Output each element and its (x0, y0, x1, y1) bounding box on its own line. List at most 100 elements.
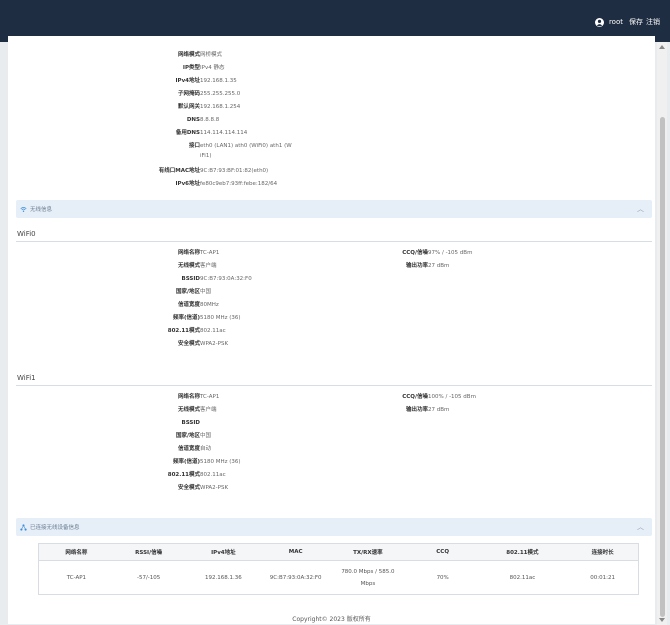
wifi1-title: WiFi1 (17, 374, 36, 382)
table-cell: 00:01:21 (590, 574, 615, 581)
main-content: 网络模式 网桥模式 IP类型 IPv4 静态 IPv4地址 192.168.1.… (8, 36, 655, 624)
kv-label: 安全模式 (177, 485, 200, 491)
connected-devices-table: 网络名称 RSSI/信噪 IPv4地址 MAC TX/RX速率 CCQ 802.… (38, 543, 639, 595)
kv-value: fe80c9eb7:93ff:febe:182/64 (200, 181, 278, 187)
kv-label: 802.11模式 (167, 328, 200, 334)
kv-label: IP类型 (182, 65, 200, 71)
kv-value: WPA2-PSK (200, 341, 229, 347)
scroll-down-arrow[interactable] (659, 618, 665, 622)
table-header: 网络名称 RSSI/信噪 IPv4地址 MAC TX/RX速率 CCQ 802.… (39, 544, 638, 561)
kv-value: 27 dBm (428, 263, 450, 269)
kv-label: 输出功率 (405, 263, 428, 269)
kv-value: 客户端 (200, 263, 217, 269)
chevron-up-icon[interactable]: ︿ (637, 522, 644, 532)
kv-value-continued: iFi1) (200, 153, 212, 159)
page-scrollbar[interactable] (657, 42, 667, 625)
section-title: 已连接无线设备信息 (20, 523, 80, 531)
kv-label: BSSID (181, 420, 200, 426)
kv-value: 192.168.1.35 (200, 78, 237, 84)
kv-value: TC-AP1 (200, 250, 220, 256)
table-cell: 70% (436, 574, 449, 581)
chevron-up-icon[interactable]: ︿ (637, 204, 644, 214)
wireless-section-title: 无线信息 (30, 207, 53, 213)
kv-label: 输出功率 (405, 407, 428, 413)
kv-label: 接口 (188, 143, 200, 149)
kv-label: 信道宽度 (177, 446, 200, 452)
kv-value: 97% / -105 dBm (428, 250, 473, 256)
table-cell: 9C:B7:93:0A:32:F0 (269, 574, 322, 581)
logout-button[interactable]: 注销 (646, 17, 660, 27)
kv-value: 9C:B7:93:0A:32:F0 (200, 276, 252, 282)
divider (16, 385, 652, 386)
column-header: IPv4地址 (211, 550, 236, 556)
kv-label: 无线模式 (177, 407, 200, 413)
kv-value: 中国 (200, 433, 212, 439)
kv-value: eth0 (LAN1) ath0 (WiFi0) ath1 (W (200, 143, 292, 149)
kv-value: 中国 (200, 289, 212, 295)
column-header: 连接时长 (591, 550, 614, 556)
divider (16, 241, 652, 242)
kv-label: 子网掩码 (177, 91, 200, 97)
kv-value: 27 dBm (428, 407, 450, 413)
kv-label: BSSID (181, 276, 200, 282)
kv-value: 5180 MHz (36) (200, 459, 241, 465)
copyright-footer: Copyright© 2023 版权所有 (292, 616, 371, 623)
connected-devices-header[interactable]: 已连接无线设备信息 ︿ (16, 518, 652, 536)
kv-value: 网桥模式 (200, 52, 223, 58)
kv-value: WPA2-PSK (200, 485, 229, 491)
kv-value: 192.168.1.254 (200, 104, 241, 110)
table-cell: TC-AP1 (66, 574, 87, 581)
table-cell: 802.11ac (509, 574, 536, 581)
scroll-thumb[interactable] (660, 117, 665, 617)
kv-label: 频率(信道) (172, 315, 200, 321)
top-actions: root 保存 注销 (594, 17, 660, 27)
kv-label: 无线模式 (177, 263, 200, 269)
column-header: MAC (288, 549, 303, 555)
user-icon (594, 17, 604, 27)
kv-value: 9C:B7:93:BF:01:82(eth0) (200, 168, 269, 174)
table-cell: 192.168.1.36 (205, 574, 242, 581)
kv-label: 国家/地区 (175, 433, 200, 439)
kv-label: 默认网关 (177, 104, 200, 110)
kv-value: 80MHz (200, 302, 219, 308)
table-cell: 780.0 Mbps / 585.0 Mbps (341, 568, 395, 587)
column-header: 802.11模式 (506, 550, 539, 556)
kv-value: 100% / -105 dBm (428, 394, 476, 400)
kv-label: 网络模式 (177, 52, 200, 58)
wifi0-title: WiFi0 (17, 230, 36, 238)
kv-label: 信道宽度 (177, 302, 200, 308)
column-header: RSSI/信噪 (135, 550, 163, 556)
connected-section-title: 已连接无线设备信息 (30, 525, 80, 531)
kv-value: 802.11ac (200, 328, 226, 334)
user-link[interactable]: root (609, 18, 623, 26)
kv-label: DNS (186, 117, 200, 123)
kv-label: CCQ/信噪 (402, 250, 428, 256)
kv-label: 频率(信道) (172, 459, 200, 465)
kv-value: 255.255.255.0 (200, 91, 241, 97)
kv-label: 国家/地区 (175, 289, 200, 295)
kv-label: 网络名称 (177, 394, 200, 400)
scroll-up-arrow[interactable] (659, 45, 665, 49)
kv-label: IPv4地址 (175, 78, 201, 84)
wireless-info-header[interactable]: 无线信息 ︿ (16, 200, 652, 218)
kv-value: 114.114.114.114 (200, 130, 248, 136)
kv-label: 安全模式 (177, 341, 200, 347)
table-row: TC-AP1 -57/-105 192.168.1.36 9C:B7:93:0A… (39, 561, 638, 594)
kv-label: 有线口MAC地址 (158, 168, 200, 174)
kv-value: TC-AP1 (200, 394, 220, 400)
wifi-icon (20, 206, 27, 212)
kv-value: 8.8.8.8 (200, 117, 220, 123)
kv-value: 5180 MHz (36) (200, 315, 241, 321)
kv-value: 客户端 (200, 407, 217, 413)
column-header: CCQ (436, 549, 450, 555)
kv-value: 802.11ac (200, 472, 226, 478)
kv-label: CCQ/信噪 (402, 394, 428, 400)
kv-label: 802.11模式 (167, 472, 200, 478)
kv-value: 自动 (200, 446, 212, 452)
kv-label: IPv6地址 (175, 181, 201, 187)
kv-label: 备用DNS (175, 130, 200, 136)
save-button[interactable]: 保存 (629, 17, 643, 27)
kv-value: IPv4 静态 (200, 65, 225, 71)
column-header: TX/RX速率 (353, 550, 383, 556)
section-title: 无线信息 (20, 205, 52, 213)
